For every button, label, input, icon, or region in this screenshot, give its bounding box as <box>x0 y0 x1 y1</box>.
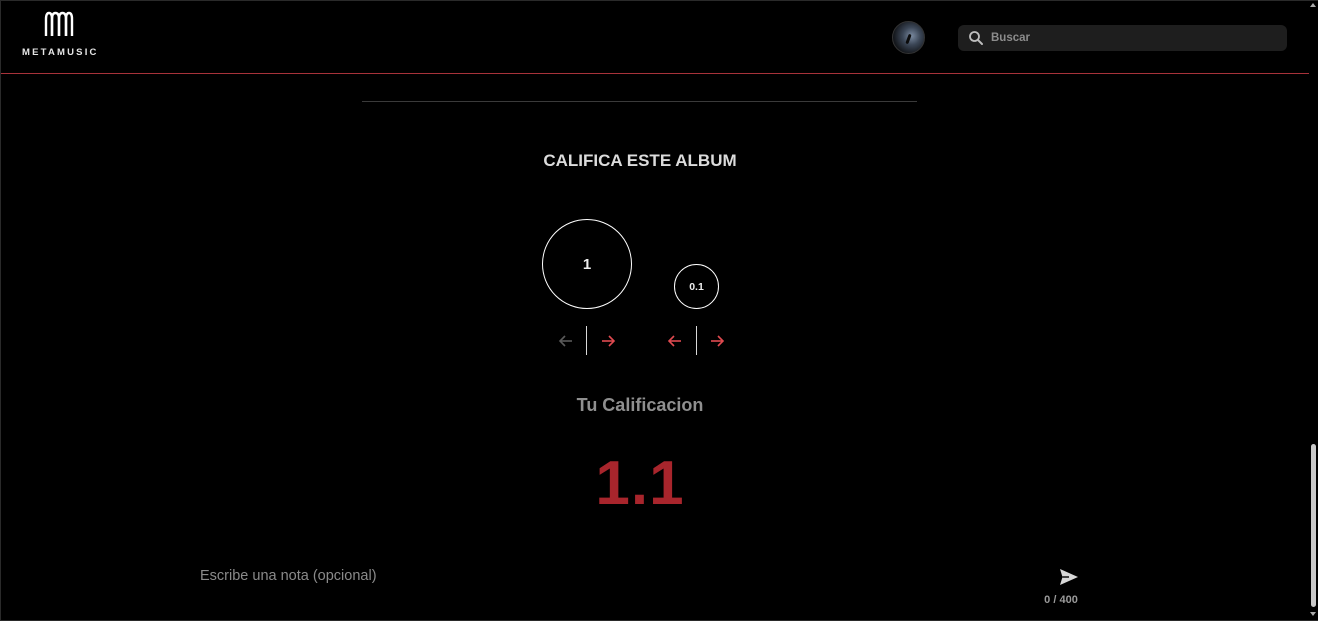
section-divider <box>362 101 917 102</box>
top-header: METAMUSIC <box>1 1 1309 74</box>
search-bar <box>958 25 1287 51</box>
vertical-scrollbar[interactable] <box>1309 1 1318 620</box>
integer-controls-separator <box>586 326 587 355</box>
user-avatar[interactable] <box>892 21 925 54</box>
scroll-down-arrow-icon[interactable] <box>1310 612 1316 616</box>
search-icon <box>969 31 983 45</box>
integer-decrease-arrow-left-icon[interactable] <box>555 330 577 352</box>
scroll-thumb[interactable] <box>1311 444 1316 607</box>
logo[interactable]: METAMUSIC <box>22 11 102 61</box>
page: METAMUSIC CALIFICA ESTE ALBUM 1 0.1 Tu C… <box>0 0 1318 621</box>
note-input[interactable] <box>200 563 1040 589</box>
rate-album-title: CALIFICA ESTE ALBUM <box>543 151 737 170</box>
your-rating-label: Tu Calificacion <box>576 395 704 415</box>
decimal-rating-display: 0.1 <box>674 264 719 309</box>
scroll-up-arrow-icon[interactable] <box>1310 3 1316 7</box>
decimal-controls-separator <box>696 326 697 355</box>
decimal-decrease-arrow-left-icon[interactable] <box>664 330 686 352</box>
logo-text: METAMUSIC <box>22 47 99 58</box>
your-rating-score: 1.1 <box>595 449 685 518</box>
integer-increase-arrow-right-icon[interactable] <box>597 330 619 352</box>
send-icon[interactable] <box>1058 567 1080 587</box>
logo-mark-icon <box>44 11 74 36</box>
note-char-counter: 0 / 400 <box>1044 594 1078 606</box>
decimal-increase-arrow-right-icon[interactable] <box>706 330 728 352</box>
search-input[interactable] <box>991 25 1277 51</box>
integer-rating-display: 1 <box>542 219 632 309</box>
